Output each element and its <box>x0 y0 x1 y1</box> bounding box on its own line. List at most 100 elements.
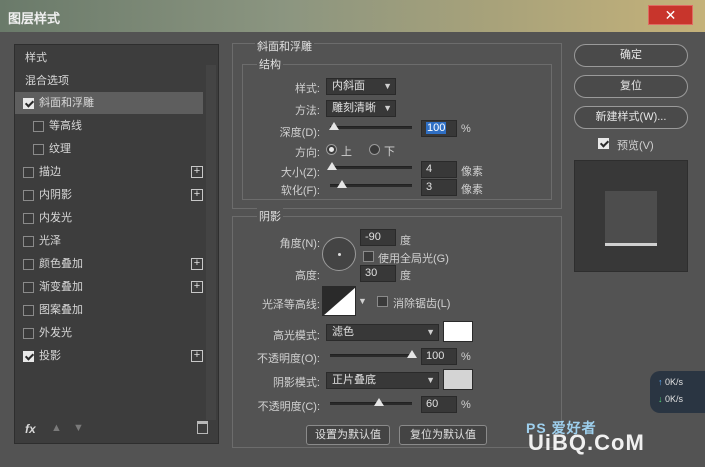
gloss-contour-picker[interactable] <box>322 286 356 316</box>
style-list-texture[interactable]: 纹理 <box>15 138 203 160</box>
move-down-icon[interactable]: ▼ <box>73 422 84 434</box>
style-list-drop-shadow[interactable]: 投影 + <box>15 345 203 367</box>
contour-checkbox[interactable] <box>33 121 44 132</box>
upload-speed: ↑ 0K/s <box>658 377 683 387</box>
style-list-color-overlay[interactable]: 颜色叠加 + <box>15 253 203 275</box>
highlight-opacity-slider[interactable] <box>330 350 417 358</box>
style-label: 样式: <box>294 83 320 95</box>
size-slider[interactable] <box>327 162 412 170</box>
style-list-gradient-overlay[interactable]: 渐变叠加 + <box>15 276 203 298</box>
angle-input[interactable]: -90 <box>360 229 396 246</box>
style-list-inner-glow[interactable]: 内发光 <box>15 207 203 229</box>
soften-label: 软化(F): <box>280 185 320 197</box>
style-list-footer: fx ▲ ▼ <box>15 417 218 443</box>
add-color-overlay-icon[interactable]: + <box>191 258 203 270</box>
bevel-emboss-checkbox[interactable] <box>23 98 34 109</box>
depth-slider-thumb[interactable] <box>329 122 340 130</box>
angle-label: 角度(N): <box>279 238 320 250</box>
shadow-color-swatch[interactable] <box>443 369 473 390</box>
anti-aliased-checkbox[interactable] <box>377 296 388 307</box>
style-list-contour[interactable]: 等高线 <box>15 115 203 137</box>
fx-icon[interactable]: fx <box>25 422 36 436</box>
size-slider-thumb[interactable] <box>327 162 338 170</box>
layer-style-dialog: 样式 混合选项 斜面和浮雕 等高线 纹理 描边 + 内阴影 + 内发光 光泽 颜… <box>0 32 705 467</box>
style-list-label: 纹理 <box>49 143 71 155</box>
style-list-stroke[interactable]: 描边 + <box>15 161 203 183</box>
make-default-button[interactable]: 设置为默认值 <box>306 425 390 445</box>
color-overlay-checkbox[interactable] <box>23 259 34 270</box>
depth-input[interactable]: 100 <box>421 120 457 137</box>
highlight-opacity-input[interactable]: 100 <box>421 348 457 365</box>
size-unit: 像素 <box>461 166 483 178</box>
soften-slider[interactable] <box>330 180 412 188</box>
pattern-overlay-checkbox[interactable] <box>23 305 34 316</box>
chevron-down-icon[interactable]: ▼ <box>358 296 367 306</box>
texture-checkbox[interactable] <box>33 144 44 155</box>
move-up-icon[interactable]: ▲ <box>51 422 62 434</box>
download-speed-value: 0K/s <box>665 394 684 404</box>
global-light-checkbox[interactable] <box>363 251 374 262</box>
depth-unit: % <box>461 123 471 135</box>
trash-icon[interactable] <box>197 421 208 434</box>
soften-input[interactable]: 3 <box>421 179 457 196</box>
close-button[interactable]: ✕ <box>648 5 693 25</box>
style-list-inner-shadow[interactable]: 内阴影 + <box>15 184 203 206</box>
highlight-mode-value: 滤色 <box>332 326 354 338</box>
style-list-label: 外发光 <box>39 327 72 339</box>
inner-glow-checkbox[interactable] <box>23 213 34 224</box>
shadow-opacity-slider[interactable] <box>330 398 412 406</box>
highlight-color-swatch[interactable] <box>443 321 473 342</box>
reset-default-button[interactable]: 复位为默认值 <box>399 425 487 445</box>
preview-checkbox[interactable] <box>598 138 609 149</box>
shadow-opacity-thumb[interactable] <box>374 398 385 406</box>
shadow-mode-value: 正片叠底 <box>332 374 376 386</box>
ok-button[interactable]: 确定 <box>574 44 688 67</box>
gradient-overlay-checkbox[interactable] <box>23 282 34 293</box>
shadow-opacity-label: 不透明度(C): <box>257 401 320 413</box>
highlight-opacity-unit: % <box>461 351 471 363</box>
style-select[interactable]: 内斜面 ▼ <box>326 78 396 95</box>
shadow-mode-select[interactable]: 正片叠底 ▼ <box>326 372 439 389</box>
stroke-checkbox[interactable] <box>23 167 34 178</box>
altitude-input[interactable]: 30 <box>360 265 396 282</box>
direction-down-radio[interactable] <box>369 144 380 155</box>
outer-glow-checkbox[interactable] <box>23 328 34 339</box>
depth-value: 100 <box>426 122 447 134</box>
depth-slider[interactable] <box>329 122 412 130</box>
depth-label: 深度(D): <box>279 127 320 139</box>
style-list-label: 内阴影 <box>39 189 72 201</box>
drop-shadow-checkbox[interactable] <box>23 351 34 362</box>
add-drop-shadow-icon[interactable]: + <box>191 350 203 362</box>
style-list-label: 光泽 <box>39 235 61 247</box>
direction-down-label: 下 <box>384 146 395 158</box>
style-list-outer-glow[interactable]: 外发光 <box>15 322 203 344</box>
style-list-pattern-overlay[interactable]: 图案叠加 <box>15 299 203 321</box>
style-list-label: 内发光 <box>39 212 72 224</box>
highlight-opacity-thumb[interactable] <box>407 350 417 358</box>
style-list-label: 斜面和浮雕 <box>39 97 94 109</box>
direction-up-radio[interactable] <box>326 144 337 155</box>
reset-button[interactable]: 复位 <box>574 75 688 98</box>
altitude-unit: 度 <box>400 270 411 282</box>
style-list-label: 颜色叠加 <box>39 258 83 270</box>
new-style-button[interactable]: 新建样式(W)... <box>574 106 688 129</box>
shadow-opacity-input[interactable]: 60 <box>421 396 457 413</box>
style-list-scrollbar[interactable] <box>206 65 216 420</box>
highlight-opacity-label: 不透明度(O): <box>257 353 320 365</box>
arrow-down-icon: ↓ <box>658 394 663 404</box>
size-input[interactable]: 4 <box>421 161 457 178</box>
style-list-bevel-emboss[interactable]: 斜面和浮雕 <box>15 92 203 114</box>
angle-dial[interactable] <box>322 237 356 271</box>
add-inner-shadow-icon[interactable]: + <box>191 189 203 201</box>
add-gradient-overlay-icon[interactable]: + <box>191 281 203 293</box>
style-list-satin[interactable]: 光泽 <box>15 230 203 252</box>
highlight-mode-select[interactable]: 滤色 ▼ <box>326 324 439 341</box>
style-list-styles[interactable]: 样式 <box>15 47 203 69</box>
method-select[interactable]: 雕刻清晰 ▼ <box>326 100 396 117</box>
soften-slider-thumb[interactable] <box>337 180 348 188</box>
direction-label: 方向: <box>294 147 320 159</box>
style-list-blending-options[interactable]: 混合选项 <box>15 70 203 92</box>
inner-shadow-checkbox[interactable] <box>23 190 34 201</box>
add-stroke-icon[interactable]: + <box>191 166 203 178</box>
satin-checkbox[interactable] <box>23 236 34 247</box>
